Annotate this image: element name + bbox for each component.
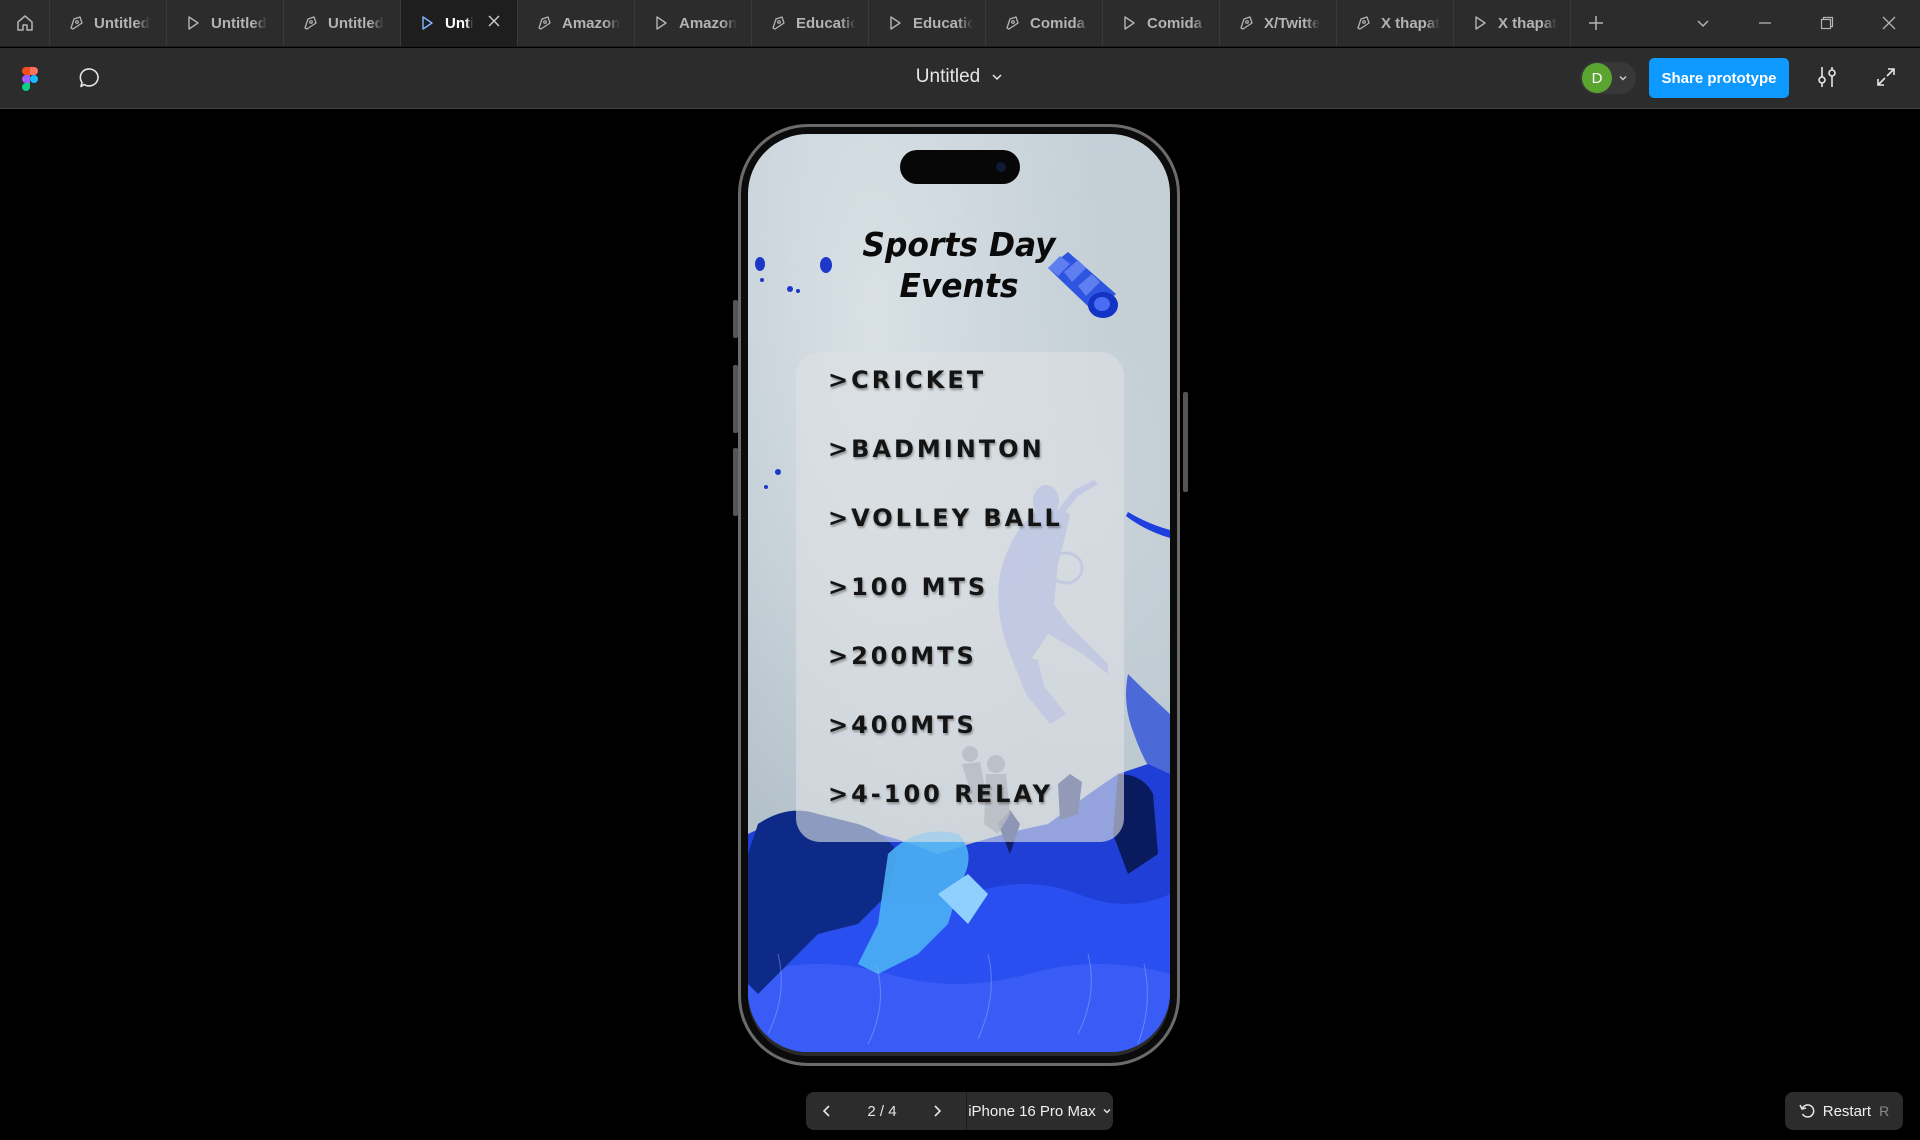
screen-title-line2: Events <box>899 266 1019 305</box>
comment-icon <box>79 68 99 88</box>
minimize-button[interactable] <box>1734 0 1796 46</box>
file-title: Untitled <box>915 66 981 87</box>
event-item[interactable]: >VOLLEY BALL <box>828 504 1063 532</box>
chevron-down-icon <box>992 74 1002 81</box>
close-tab-icon[interactable] <box>487 14 501 32</box>
tab-4[interactable]: Amazon <box>518 0 635 46</box>
screen-title-line1: Sports Day <box>862 225 1056 264</box>
tab-label: Untitled <box>328 14 384 32</box>
figma-logo[interactable] <box>22 67 38 96</box>
figma-logo-icon <box>22 67 38 91</box>
tab-label: Amazon <box>679 14 738 32</box>
restart-shortcut: R <box>1879 1103 1890 1119</box>
close-window-button[interactable] <box>1858 0 1920 46</box>
play-icon <box>419 15 435 31</box>
expand-icon <box>1877 68 1895 86</box>
dynamic-island <box>900 150 1020 184</box>
restart-icon <box>1799 1104 1815 1118</box>
design-file-icon <box>770 15 786 31</box>
tab-1[interactable]: Untitled <box>167 0 284 46</box>
device-name: iPhone 16 Pro Max <box>968 1102 1096 1120</box>
play-icon <box>653 15 669 31</box>
prototype-toolbar: Untitled D Share prototype <box>0 48 1920 109</box>
restart-label: Restart <box>1822 1102 1872 1120</box>
tab-label: X thapat <box>1498 14 1558 32</box>
tab-12[interactable]: X thapat <box>1454 0 1571 46</box>
close-icon <box>1882 16 1896 30</box>
tab-2[interactable]: Untitled <box>284 0 401 46</box>
chevron-right-icon <box>934 1105 942 1117</box>
avatar: D <box>1582 63 1612 93</box>
play-icon <box>887 15 903 31</box>
tab-label: Untitled <box>94 14 150 32</box>
frame-counter: 2 / 4 <box>867 1102 897 1120</box>
restore-window-icon <box>1820 16 1834 30</box>
frame-pager: 2 / 4 iPhone 16 Pro Max <box>806 1092 1113 1130</box>
restart-button[interactable]: Restart R <box>1785 1092 1903 1130</box>
next-frame-button[interactable] <box>916 1092 958 1130</box>
device-select[interactable]: iPhone 16 Pro Max <box>967 1103 1113 1120</box>
tab-label: X/Twitte <box>1264 14 1321 32</box>
tab-label: Comida I <box>1147 14 1207 32</box>
design-file-icon <box>1238 15 1254 31</box>
screen-title: Sports Day Events <box>759 224 1160 306</box>
prototype-settings-button[interactable] <box>1816 65 1838 94</box>
tab-5[interactable]: Amazon <box>635 0 752 46</box>
event-item[interactable]: >4-100 RELAY <box>828 780 1053 808</box>
file-title-menu[interactable]: Untitled <box>916 66 1004 88</box>
event-item[interactable]: >CRICKET <box>828 366 986 394</box>
tab-0[interactable]: Untitled <box>50 0 167 46</box>
plus-icon <box>1589 16 1603 30</box>
new-tab-button[interactable] <box>1571 0 1621 46</box>
play-icon <box>185 15 201 31</box>
event-item[interactable]: >100 MTS <box>828 573 988 601</box>
design-file-icon <box>1004 15 1020 31</box>
chevron-down-icon <box>1103 1109 1111 1114</box>
tab-9[interactable]: Comida I <box>1103 0 1220 46</box>
tab-11[interactable]: X thapat <box>1337 0 1454 46</box>
chevron-down-icon <box>1697 20 1709 28</box>
user-menu[interactable]: D <box>1580 62 1636 94</box>
tabs-dropdown-button[interactable] <box>1672 0 1734 46</box>
design-file-icon <box>536 15 552 31</box>
tab-label: Untitled <box>211 14 267 32</box>
tab-label: X thapat <box>1381 14 1441 32</box>
settings-sliders-icon <box>1818 67 1836 87</box>
tab-label: Educatio <box>913 14 973 32</box>
chevron-down-icon <box>1619 76 1627 81</box>
play-icon <box>1121 15 1137 31</box>
tab-7[interactable]: Educatio <box>869 0 986 46</box>
design-file-icon <box>1355 15 1371 31</box>
tab-label: Comida I <box>1030 14 1090 32</box>
home-button[interactable] <box>0 0 50 46</box>
chevron-left-icon <box>822 1105 830 1117</box>
front-camera <box>996 162 1006 172</box>
tab-10[interactable]: X/Twitte <box>1220 0 1337 46</box>
home-icon <box>16 15 33 31</box>
comment-button[interactable] <box>78 66 102 95</box>
share-prototype-button[interactable]: Share prototype <box>1649 58 1789 98</box>
tab-label: Amazon <box>562 14 621 32</box>
play-icon <box>1472 15 1488 31</box>
tab-label: Educatio <box>796 14 856 32</box>
tab-3[interactable]: Untitled <box>401 0 518 46</box>
event-item[interactable]: >BADMINTON <box>828 435 1045 463</box>
event-item[interactable]: >400MTS <box>828 711 977 739</box>
event-item[interactable]: >200MTS <box>828 642 977 670</box>
design-file-icon <box>302 15 318 31</box>
phone-screen[interactable]: Sports Day Events >CRICKET >BADMINTON >VOL… <box>748 134 1170 1052</box>
browser-tab-bar: Untitled Untitled Untitled Untitled Amazon Am… <box>0 0 1920 47</box>
tab-8[interactable]: Comida I <box>986 0 1103 46</box>
tab-6[interactable]: Educatio <box>752 0 869 46</box>
fullscreen-button[interactable] <box>1876 67 1896 92</box>
tab-label: Untitled <box>445 14 473 32</box>
design-file-icon <box>68 15 84 31</box>
minimize-icon <box>1759 22 1771 24</box>
restore-button[interactable] <box>1796 0 1858 46</box>
previous-frame-button[interactable] <box>806 1092 848 1130</box>
phone-power-button <box>1183 392 1188 492</box>
